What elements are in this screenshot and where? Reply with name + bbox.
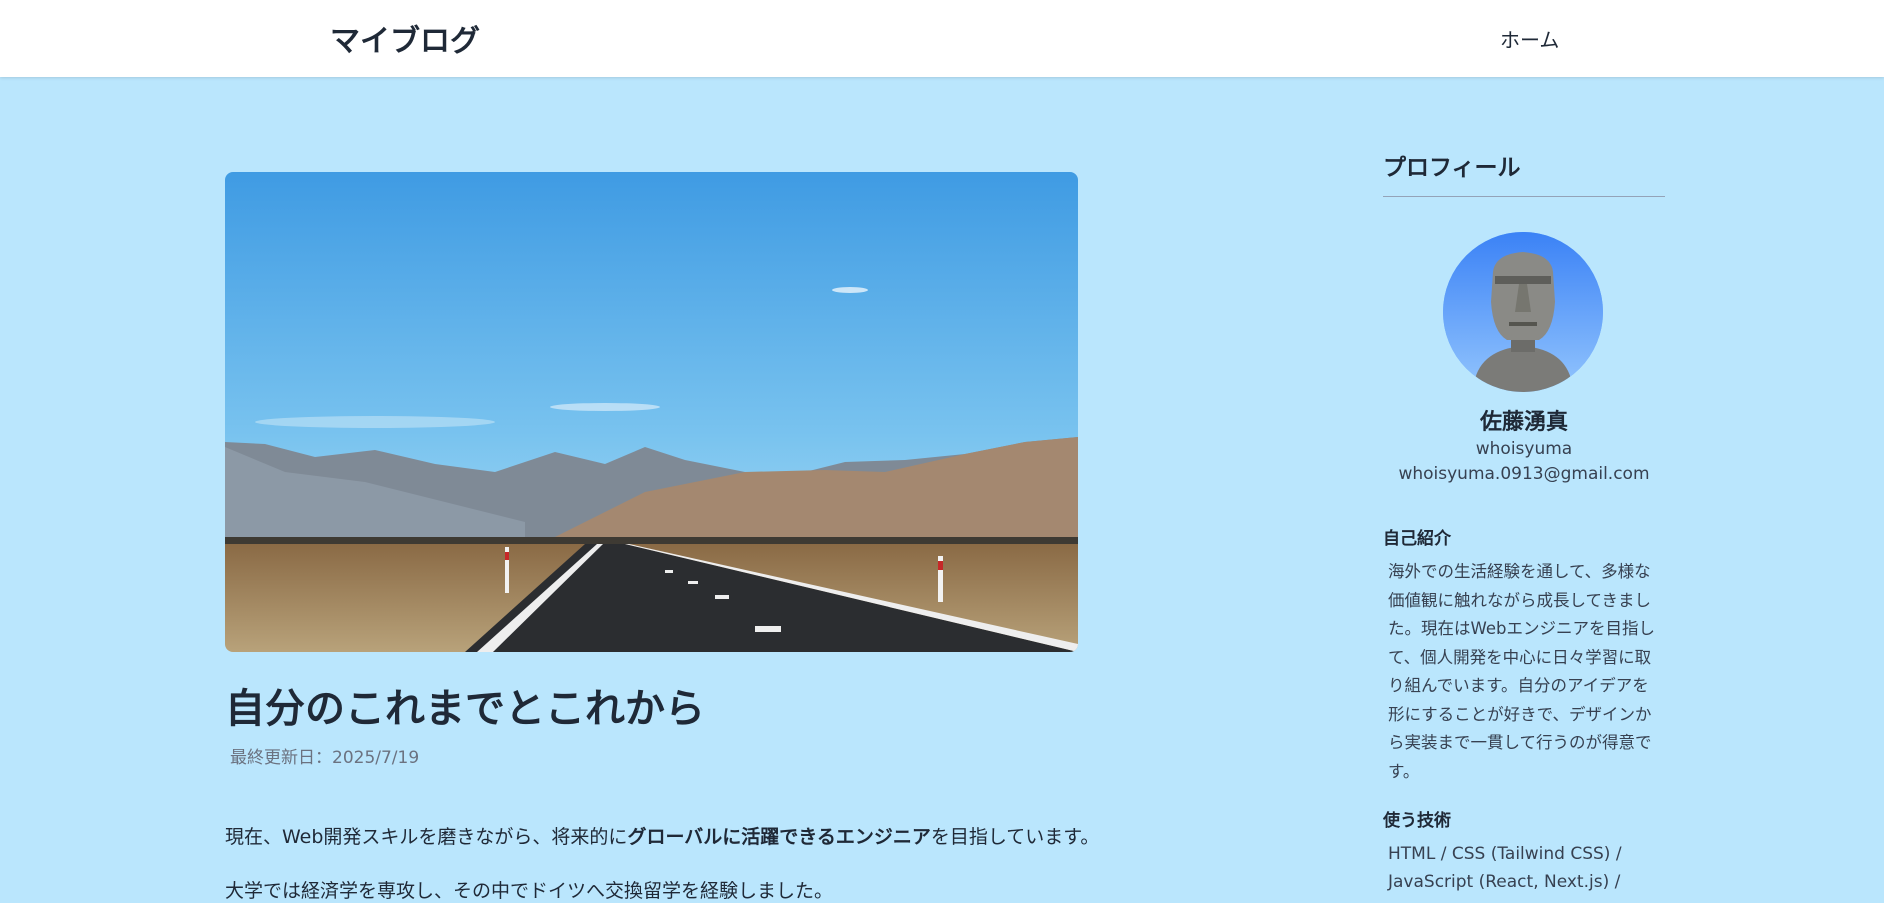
- profile-email: whoisyuma.0913@gmail.com: [1398, 464, 1650, 484]
- nav-home-link[interactable]: ホーム: [1500, 24, 1559, 53]
- last-updated-date: 最終更新日：2025/7/19: [230, 748, 420, 768]
- post-title: 自分のこれまでとこれから: [225, 686, 705, 732]
- moai-statue-icon: [1443, 232, 1603, 392]
- tech-heading: 使う技術: [1383, 811, 1451, 831]
- tech-text: HTML / CSS (Tailwind CSS) / JavaScript (…: [1388, 844, 1622, 892]
- site-header: マイブログ ホーム: [0, 0, 1884, 77]
- post-paragraph-1: 現在、Web開発スキルを磨きながら、将来的にグローバルに活躍できるエンジニアを目…: [225, 822, 1099, 849]
- profile-heading: プロフィール: [1383, 148, 1665, 197]
- paragraph-1-text-after: を目指しています。: [930, 826, 1100, 848]
- paragraph-1-bold-text: グローバルに活躍できるエンジニア: [627, 826, 931, 848]
- intro-text: 海外での生活経験を通して、多様な価値観に触れながら成長してきました。現在はWeb…: [1388, 562, 1655, 781]
- profile-name: 佐藤湧真: [1479, 410, 1568, 435]
- site-title-link[interactable]: マイブログ: [330, 16, 480, 60]
- paragraph-1-text-before: 現在、Web開発スキルを磨きながら、将来的に: [225, 826, 628, 848]
- post-paragraph-2: 大学では経済学を専攻し、その中でドイツへ交換留学を経験しました。: [225, 880, 834, 902]
- profile-handle: whoisyuma: [1475, 439, 1573, 459]
- hero-image: [225, 172, 1078, 652]
- avatar: [1443, 232, 1603, 392]
- intro-heading: 自己紹介: [1383, 529, 1451, 549]
